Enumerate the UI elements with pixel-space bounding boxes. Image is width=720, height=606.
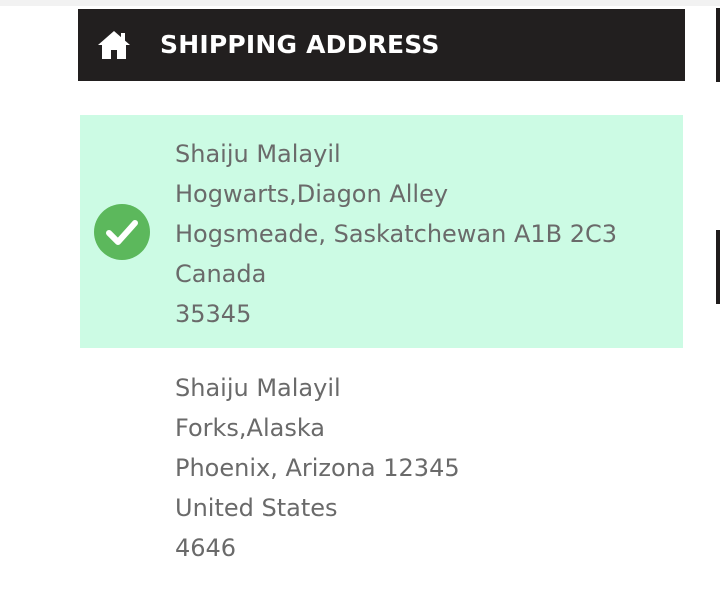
adjacent-panel-edge bbox=[716, 8, 720, 82]
address-card[interactable]: Shaiju Malayil Forks,Alaska Phoenix, Ari… bbox=[80, 352, 683, 572]
address-city-region-postal: Hogsmeade, Saskatchewan A1B 2C3 bbox=[175, 220, 618, 248]
address-city-region-postal: Phoenix, Arizona 12345 bbox=[175, 454, 460, 482]
address-card-selected[interactable]: Shaiju Malayil Hogwarts,Diagon Alley Hog… bbox=[80, 115, 683, 348]
address-country: Canada bbox=[175, 260, 267, 288]
address-country: United States bbox=[175, 494, 338, 522]
address-phone: 35345 bbox=[175, 300, 252, 328]
address-street: Hogwarts,Diagon Alley bbox=[175, 180, 449, 208]
address-text: Shaiju Malayil Hogwarts,Diagon Alley Hog… bbox=[175, 134, 617, 334]
shipping-address-header: SHIPPING ADDRESS bbox=[78, 9, 685, 81]
address-text: Shaiju Malayil Forks,Alaska Phoenix, Ari… bbox=[175, 368, 460, 568]
adjacent-panel-edge bbox=[716, 230, 720, 304]
home-icon bbox=[98, 31, 130, 59]
top-strip bbox=[0, 0, 720, 6]
section-title: SHIPPING ADDRESS bbox=[160, 30, 440, 59]
address-name: Shaiju Malayil bbox=[175, 374, 341, 402]
checkmark-circle-icon bbox=[94, 204, 150, 260]
address-phone: 4646 bbox=[175, 534, 237, 562]
address-street: Forks,Alaska bbox=[175, 414, 326, 442]
address-name: Shaiju Malayil bbox=[175, 140, 341, 168]
